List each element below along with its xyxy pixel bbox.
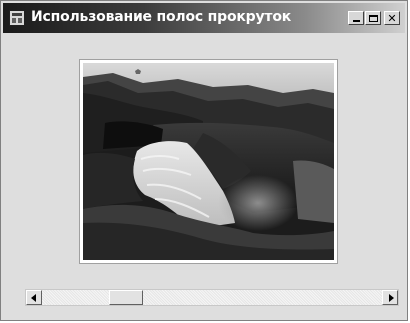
waterfall-landscape-photo <box>83 63 334 260</box>
app-window-icon[interactable] <box>9 10 25 26</box>
picture-box <box>79 59 338 264</box>
arrow-left-icon <box>31 294 36 302</box>
scrollbar-track[interactable] <box>42 290 382 305</box>
scroll-left-button[interactable] <box>26 290 42 305</box>
horizontal-scrollbar[interactable] <box>25 289 399 306</box>
minimize-icon <box>352 20 360 22</box>
client-area <box>3 35 405 319</box>
window-title: Использование полос прокруток <box>31 9 292 25</box>
arrow-right-icon <box>389 294 394 302</box>
maximize-icon <box>368 14 378 22</box>
scroll-right-button[interactable] <box>382 290 398 305</box>
scrollbar-thumb[interactable] <box>109 290 143 305</box>
close-button[interactable]: ✕ <box>384 11 400 25</box>
close-icon: ✕ <box>387 11 397 25</box>
title-bar[interactable]: Использование полос прокруток ✕ <box>3 3 405 33</box>
maximize-button[interactable] <box>365 11 381 25</box>
minimize-button[interactable] <box>348 11 364 25</box>
app-window: Использование полос прокруток ✕ <box>0 0 408 321</box>
